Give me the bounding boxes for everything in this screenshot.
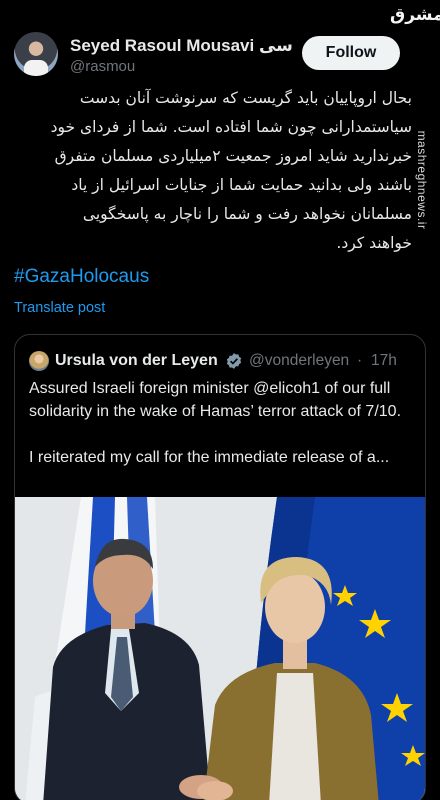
- post-text-line: بحال اروپاییان باید گریست که سرنوشت آنان…: [79, 89, 412, 107]
- author-name[interactable]: Seyed Rasoul Mousavi سی: [70, 36, 293, 56]
- hashtag-link[interactable]: #GazaHolocaus: [14, 266, 149, 288]
- post-text-line: مسلمانان نخواهد رفت و شما را ناچار به پا…: [82, 205, 412, 223]
- post-text-line: سیاستمدارانی چون شما افتاده است. شما از …: [50, 118, 412, 136]
- quoted-post[interactable]: Ursula von der Leyen @vonderleyen · 17h …: [14, 334, 426, 800]
- quoted-author-name[interactable]: Ursula von der Leyen: [55, 352, 218, 370]
- dot-separator: ·: [357, 352, 363, 369]
- quoted-post-text: Assured Israeli foreign minister @elicoh…: [29, 377, 419, 469]
- post-header: Seyed Rasoul Mousavi سی @rasmou Follow: [14, 28, 426, 80]
- quoted-post-time[interactable]: 17h: [371, 352, 397, 370]
- tweet: Seyed Rasoul Mousavi سی @rasmou Follow م…: [0, 0, 440, 800]
- photo-illustration: [15, 497, 425, 800]
- post-text-line: باشند ولی بدانید حمایت شما از جنایات اسر…: [71, 176, 412, 194]
- mashregh-logo: مشرق: [390, 5, 440, 25]
- follow-button[interactable]: Follow: [302, 36, 400, 70]
- watermark-url-text: mashreghnews.ir: [415, 130, 429, 230]
- verified-badge-icon: [226, 353, 242, 369]
- quoted-post-photo[interactable]: [15, 497, 425, 800]
- translate-post-link[interactable]: Translate post: [14, 300, 105, 316]
- quoted-author-avatar[interactable]: [29, 351, 49, 371]
- quoted-text-paragraph: I reiterated my call for the immediate r…: [29, 449, 390, 466]
- post-text: بحال اروپاییان باید گریست که سرنوشت آنان…: [12, 84, 412, 258]
- post-text-line: خبرندارید شاید امروز جمعیت ۲میلیاردی مسل…: [54, 147, 412, 165]
- author-handle[interactable]: @rasmou: [70, 58, 135, 75]
- watermark-url: mashreghnews.ir: [410, 40, 434, 320]
- author-avatar[interactable]: [14, 32, 58, 76]
- post-text-line: خواهند کرد.: [336, 234, 412, 252]
- quoted-post-header: Ursula von der Leyen @vonderleyen · 17h: [29, 349, 419, 373]
- quoted-text-paragraph: Assured Israeli foreign minister @elicoh…: [29, 380, 402, 420]
- quoted-author-handle[interactable]: @vonderleyen: [249, 352, 349, 370]
